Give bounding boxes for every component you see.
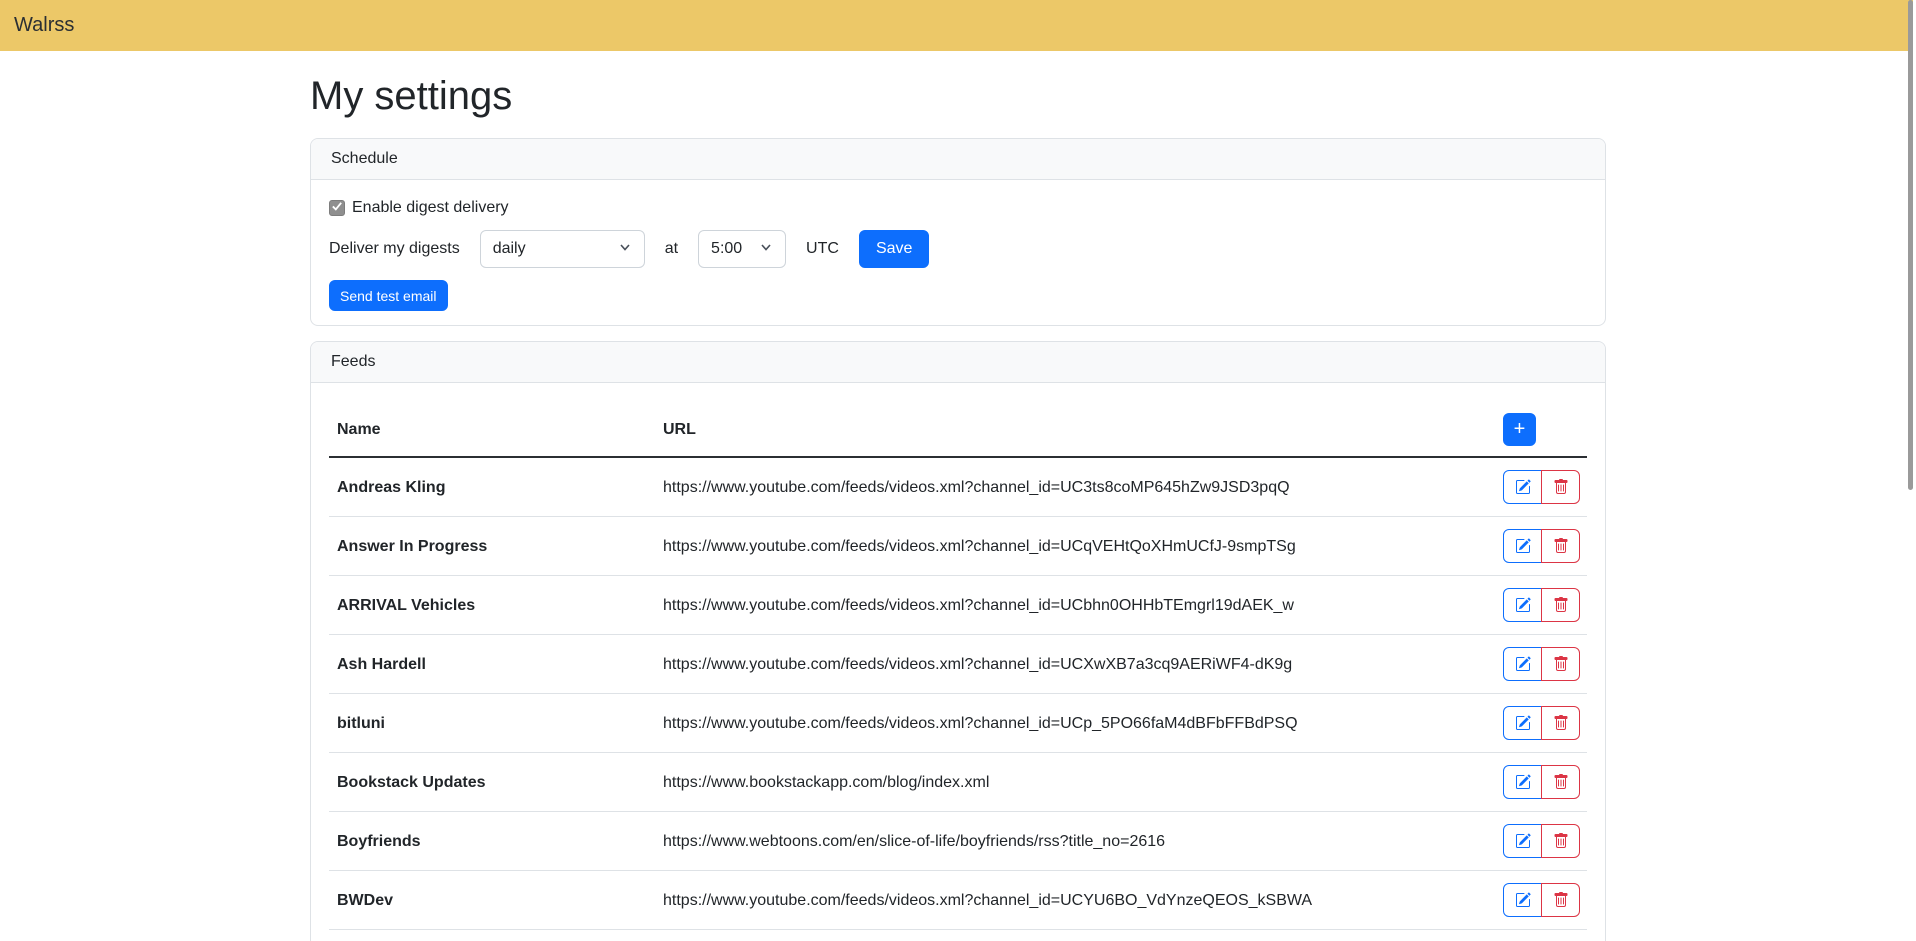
at-label: at bbox=[665, 240, 678, 258]
pencil-square-icon bbox=[1515, 833, 1531, 849]
pencil-square-icon bbox=[1515, 892, 1531, 908]
checkmark-icon bbox=[331, 199, 343, 217]
trash-icon bbox=[1553, 715, 1569, 731]
frequency-select[interactable]: daily bbox=[480, 230, 645, 268]
edit-feed-button[interactable] bbox=[1503, 470, 1542, 504]
delete-feed-button[interactable] bbox=[1541, 647, 1580, 681]
feed-row: bitluni https://www.youtube.com/feeds/vi… bbox=[329, 694, 1587, 753]
main-container: My settings Schedule Enable digest deliv… bbox=[310, 72, 1606, 941]
feed-url: https://www.youtube.com/feeds/videos.xml… bbox=[655, 930, 1495, 941]
feed-row: Andreas Kling https://www.youtube.com/fe… bbox=[329, 457, 1587, 517]
feed-row: Computerphile https://www.youtube.com/fe… bbox=[329, 930, 1587, 941]
column-header-url: URL bbox=[655, 403, 1495, 457]
feed-name: Computerphile bbox=[329, 930, 655, 941]
feed-url: https://www.webtoons.com/en/slice-of-lif… bbox=[655, 812, 1495, 871]
trash-icon bbox=[1553, 479, 1569, 495]
delete-feed-button[interactable] bbox=[1541, 706, 1580, 740]
feed-url: https://www.youtube.com/feeds/videos.xml… bbox=[655, 457, 1495, 517]
feed-name: Ash Hardell bbox=[329, 635, 655, 694]
feeds-card-header: Feeds bbox=[311, 342, 1605, 383]
edit-feed-button[interactable] bbox=[1503, 647, 1542, 681]
chevron-down-icon bbox=[759, 240, 773, 259]
timezone-label: UTC bbox=[806, 240, 839, 258]
feed-name: Answer In Progress bbox=[329, 517, 655, 576]
column-header-name: Name bbox=[329, 403, 655, 457]
scrollbar-thumb[interactable] bbox=[1908, 0, 1913, 490]
time-select[interactable]: 5:00 bbox=[698, 230, 786, 268]
feed-row: Ash Hardell https://www.youtube.com/feed… bbox=[329, 635, 1587, 694]
schedule-card-header: Schedule bbox=[311, 139, 1605, 180]
feed-name: Bookstack Updates bbox=[329, 753, 655, 812]
feed-name: BWDev bbox=[329, 871, 655, 930]
feed-name: Andreas Kling bbox=[329, 457, 655, 517]
feed-url: https://www.youtube.com/feeds/videos.xml… bbox=[655, 635, 1495, 694]
delete-feed-button[interactable] bbox=[1541, 588, 1580, 622]
brand-link[interactable]: Walrss bbox=[14, 14, 74, 37]
edit-feed-button[interactable] bbox=[1503, 529, 1542, 563]
save-button[interactable]: Save bbox=[859, 230, 929, 268]
feed-url: https://www.youtube.com/feeds/videos.xml… bbox=[655, 694, 1495, 753]
feeds-card-body: Name URL + Andreas Kling https://www.you… bbox=[311, 383, 1605, 941]
edit-feed-button[interactable] bbox=[1503, 883, 1542, 917]
edit-feed-button[interactable] bbox=[1503, 765, 1542, 799]
feed-url: https://www.youtube.com/feeds/videos.xml… bbox=[655, 576, 1495, 635]
delete-feed-button[interactable] bbox=[1541, 824, 1580, 858]
feeds-table-header-row: Name URL + bbox=[329, 403, 1587, 457]
feed-row: Bookstack Updates https://www.bookstacka… bbox=[329, 753, 1587, 812]
pencil-square-icon bbox=[1515, 715, 1531, 731]
enable-digest-checkbox[interactable] bbox=[329, 200, 345, 216]
frequency-select-value: daily bbox=[493, 240, 526, 258]
trash-icon bbox=[1553, 656, 1569, 672]
trash-icon bbox=[1553, 892, 1569, 908]
feed-name: ARRIVAL Vehicles bbox=[329, 576, 655, 635]
feed-row: Answer In Progress https://www.youtube.c… bbox=[329, 517, 1587, 576]
delete-feed-button[interactable] bbox=[1541, 883, 1580, 917]
page-title: My settings bbox=[310, 72, 1606, 120]
trash-icon bbox=[1553, 597, 1569, 613]
delete-feed-button[interactable] bbox=[1541, 765, 1580, 799]
chevron-down-icon bbox=[618, 240, 632, 259]
edit-feed-button[interactable] bbox=[1503, 706, 1542, 740]
delete-feed-button[interactable] bbox=[1541, 470, 1580, 504]
pencil-square-icon bbox=[1515, 538, 1531, 554]
app-navbar: Walrss bbox=[0, 0, 1916, 51]
feed-url: https://www.youtube.com/feeds/videos.xml… bbox=[655, 517, 1495, 576]
schedule-card: Schedule Enable digest delivery Deliver … bbox=[310, 138, 1606, 326]
feed-row: ARRIVAL Vehicles https://www.youtube.com… bbox=[329, 576, 1587, 635]
feed-name: bitluni bbox=[329, 694, 655, 753]
feeds-card: Feeds Name URL + Andreas Kling https://w… bbox=[310, 341, 1606, 941]
pencil-square-icon bbox=[1515, 479, 1531, 495]
trash-icon bbox=[1553, 833, 1569, 849]
feed-row: BWDev https://www.youtube.com/feeds/vide… bbox=[329, 871, 1587, 930]
trash-icon bbox=[1553, 538, 1569, 554]
edit-feed-button[interactable] bbox=[1503, 588, 1542, 622]
feeds-table: Name URL + Andreas Kling https://www.you… bbox=[329, 403, 1587, 941]
delete-feed-button[interactable] bbox=[1541, 529, 1580, 563]
deliver-label: Deliver my digests bbox=[329, 240, 460, 258]
feed-row: Boyfriends https://www.webtoons.com/en/s… bbox=[329, 812, 1587, 871]
trash-icon bbox=[1553, 774, 1569, 790]
edit-feed-button[interactable] bbox=[1503, 824, 1542, 858]
schedule-card-body: Enable digest delivery Deliver my digest… bbox=[311, 180, 1605, 325]
enable-digest-label: Enable digest delivery bbox=[352, 199, 509, 217]
feed-url: https://www.youtube.com/feeds/videos.xml… bbox=[655, 871, 1495, 930]
feed-name: Boyfriends bbox=[329, 812, 655, 871]
pencil-square-icon bbox=[1515, 774, 1531, 790]
send-test-email-button[interactable]: Send test email bbox=[329, 280, 448, 311]
add-feed-button[interactable]: + bbox=[1503, 413, 1536, 446]
time-select-value: 5:00 bbox=[711, 240, 742, 258]
feed-url: https://www.bookstackapp.com/blog/index.… bbox=[655, 753, 1495, 812]
pencil-square-icon bbox=[1515, 656, 1531, 672]
pencil-square-icon bbox=[1515, 597, 1531, 613]
